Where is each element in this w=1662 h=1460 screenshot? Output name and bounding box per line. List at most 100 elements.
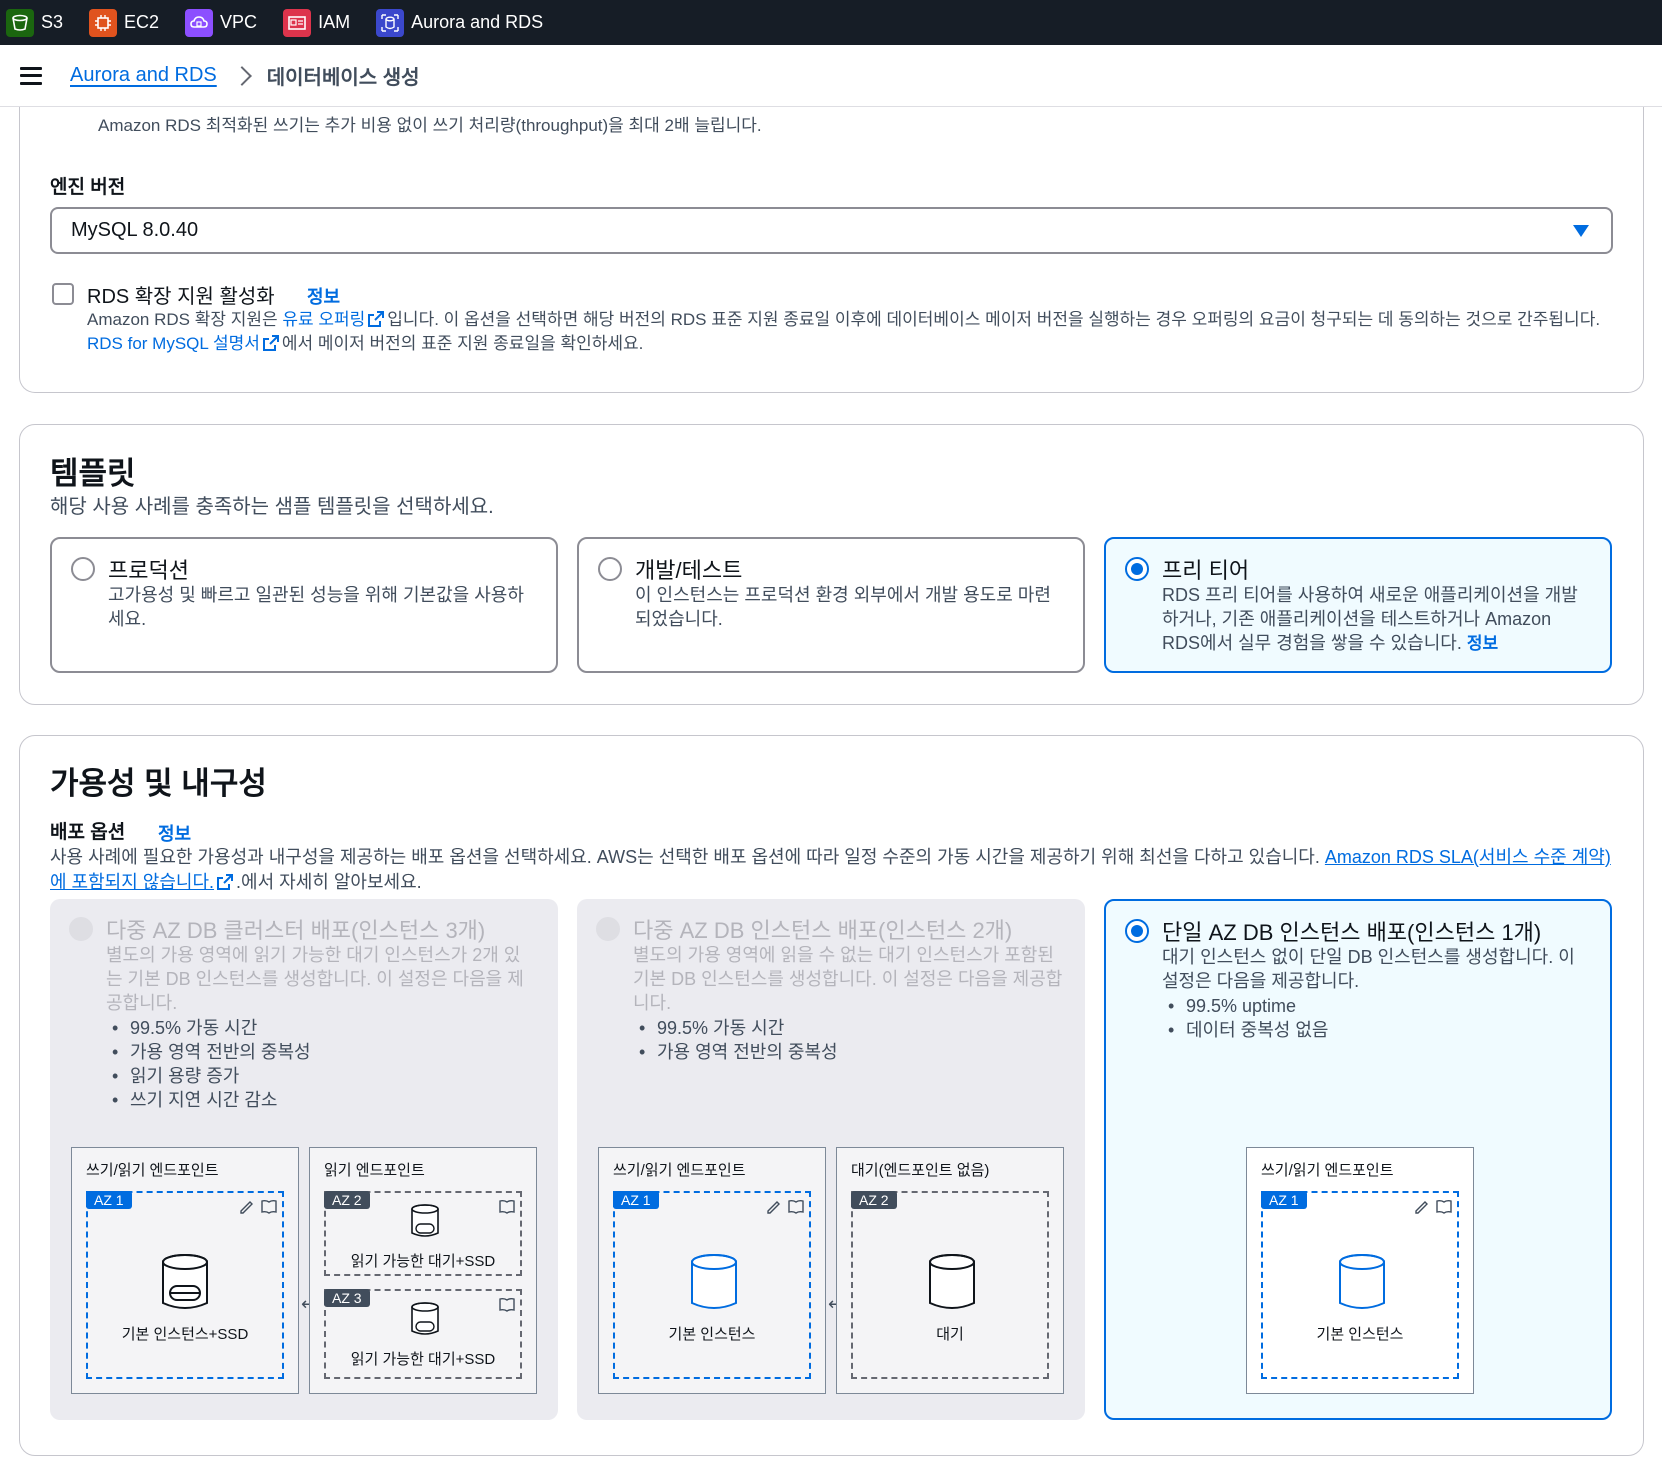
- diagram-db-label: 기본 인스턴스: [668, 1326, 756, 1343]
- templates-panel: 템플릿 해당 사용 사례를 충족하는 샘플 템플릿을 선택하세요. 프로덕션 고…: [19, 424, 1644, 705]
- deploy-multi-az-cluster-radio: [69, 917, 93, 941]
- deploy-bullet: 99.5% 가동 시간: [106, 1016, 536, 1040]
- template-production-radio[interactable]: [71, 557, 95, 581]
- deploy-option-desc: 대기 인스턴스 없이 단일 DB 인스턴스를 생성합니다. 이 설정은 다음을 …: [1162, 945, 1588, 1042]
- template-devtest-radio[interactable]: [598, 557, 622, 581]
- optimized-writes-description: Amazon RDS 최적화된 쓰기는 추가 비용 없이 쓰기 처리량(thro…: [98, 116, 762, 135]
- shortcut-ec2-label: EC2: [124, 12, 160, 32]
- templates-subtitle: 해당 사용 사례를 충족하는 샘플 템플릿을 선택하세요.: [50, 496, 494, 518]
- diagram-title: 대기(엔드포인트 없음): [851, 1162, 990, 1179]
- engine-version-select[interactable]: MySQL 8.0.40: [50, 207, 1613, 254]
- az3-zone: AZ 3 읽기 가능한 대기+SSD: [324, 1289, 522, 1379]
- breadcrumb-aurora-rds-link[interactable]: Aurora and RDS: [70, 64, 217, 87]
- rds-mysql-docs-link[interactable]: RDS for MySQL 설명서: [87, 334, 260, 353]
- diagram-title: 쓰기/읽기 엔드포인트: [86, 1162, 219, 1179]
- template-production-tile[interactable]: 프로덕션 고가용성 및 빠르고 일관된 성능을 위해 기본값을 사용하세요.: [50, 537, 558, 673]
- deploy-multi-az-instance-radio: [596, 917, 620, 941]
- deploy-bullet: 쓰기 지연 시간 감소: [106, 1088, 536, 1112]
- template-desc: RDS 프리 티어를 사용하여 새로운 애플리케이션을 개발하거나, 기존 애플…: [1162, 585, 1578, 653]
- az-badge: AZ 2: [851, 1191, 897, 1209]
- az1-zone: AZ 1 기본 인스턴스: [613, 1191, 811, 1379]
- az2-zone: AZ 2 읽기 가능한 대기+SSD: [324, 1191, 522, 1276]
- external-link-icon: [368, 311, 385, 327]
- shortcut-vpc-label: VPC: [220, 12, 258, 32]
- diagram-db-label: 읽기 가능한 대기+SSD: [350, 1351, 496, 1368]
- free-tier-info-link[interactable]: 정보: [1467, 634, 1498, 653]
- az-badge: AZ 1: [613, 1191, 659, 1209]
- breadcrumb-current: 데이터베이스 생성: [266, 67, 420, 89]
- database-icon: [691, 1254, 737, 1309]
- engine-version-value: MySQL 8.0.40: [71, 219, 199, 241]
- engine-version-label: 엔진 버전: [50, 177, 126, 198]
- external-link-icon: [262, 335, 279, 351]
- az-badge: AZ 1: [86, 1191, 132, 1209]
- deploy-option-desc: 별도의 가용 영역에 읽을 수 없는 대기 인스턴스가 포함된 기본 DB 인스…: [633, 943, 1063, 1064]
- template-desc: 고가용성 및 빠르고 일관된 성능을 위해 기본값을 사용하세요.: [108, 585, 524, 629]
- diagram-standby-box: 대기(엔드포인트 없음) AZ 2 대기: [836, 1147, 1064, 1394]
- diagram-title: 쓰기/읽기 엔드포인트: [1261, 1162, 1394, 1179]
- paid-offering-link[interactable]: 유료 오퍼링: [282, 310, 365, 329]
- breadcrumb-bar: Aurora and RDS 데이터베이스 생성: [0, 45, 1662, 107]
- chevron-right-icon: [231, 65, 252, 86]
- shortcut-s3-label: S3: [41, 12, 64, 32]
- extended-support-info-link[interactable]: 정보: [307, 283, 340, 309]
- edit-book-icon: [1415, 1199, 1452, 1214]
- diagram-db-label: 기본 인스턴스: [1316, 1326, 1404, 1343]
- deploy-option-desc: 별도의 가용 영역에 읽기 가능한 대기 인스턴스가 2개 있는 기본 DB 인…: [106, 943, 536, 1112]
- extended-support-description: Amazon RDS 확장 지원은 유료 오퍼링 입니다. 이 옵션을 선택하면 …: [87, 310, 1601, 353]
- external-link-icon: [217, 874, 234, 890]
- deployment-options-label: 배포 옵션: [50, 822, 126, 843]
- database-icon: [929, 1254, 975, 1309]
- database-icon: [411, 1204, 439, 1237]
- diagram-rw-endpoint-box: 쓰기/읽기 엔드포인트 AZ 1 기본 인스턴스: [598, 1147, 826, 1394]
- shortcut-s3[interactable]: S3: [6, 8, 64, 37]
- deploy-single-az-tile[interactable]: 단일 AZ DB 인스턴스 배포(인스턴스 1개) 대기 인스턴스 없이 단일 …: [1104, 899, 1612, 1420]
- shortcut-iam[interactable]: IAM: [283, 8, 350, 37]
- diagram-title: 쓰기/읽기 엔드포인트: [613, 1162, 746, 1179]
- book-icon: [499, 1199, 515, 1214]
- deploy-bullet: 99.5% uptime: [1162, 994, 1588, 1018]
- database-icon: [162, 1254, 208, 1309]
- diagram-title: 읽기 엔드포인트: [324, 1162, 425, 1179]
- s3-bucket-icon: [6, 8, 34, 37]
- diagram-db-label: 읽기 가능한 대기+SSD: [350, 1253, 496, 1270]
- diagram-rw-endpoint-box: 쓰기/읽기 엔드포인트 AZ 1 기본 인스턴스+SSD: [71, 1147, 299, 1394]
- shortcut-rds-label: Aurora and RDS: [411, 12, 544, 32]
- deploy-multi-az-cluster-tile: 다중 AZ DB 클러스터 배포(인스턴스 3개) 별도의 가용 영역에 읽기 …: [50, 899, 558, 1420]
- template-desc: 이 인스턴스는 프로덕션 환경 외부에서 개발 용도로 마련되었습니다.: [635, 585, 1051, 629]
- shortcut-vpc[interactable]: VPC: [185, 8, 258, 37]
- templates-title: 템플릿: [50, 456, 136, 491]
- database-icon: [1339, 1254, 1385, 1309]
- shortcut-rds[interactable]: Aurora and RDS: [376, 8, 544, 37]
- az2-zone: AZ 2 대기: [851, 1191, 1049, 1379]
- template-devtest-tile[interactable]: 개발/테스트 이 인스턴스는 프로덕션 환경 외부에서 개발 용도로 마련되었습…: [577, 537, 1085, 673]
- az-badge: AZ 2: [324, 1191, 370, 1209]
- menu-hamburger-icon[interactable]: [20, 66, 42, 85]
- ec2-chip-icon: [89, 8, 118, 37]
- template-free-tier-radio[interactable]: [1125, 557, 1149, 581]
- iam-id-icon: [283, 8, 312, 37]
- deploy-single-az-radio[interactable]: [1125, 919, 1149, 943]
- deploy-bullet: 가용 영역 전반의 중복성: [106, 1040, 536, 1064]
- deploy-bullet: 읽기 용량 증가: [106, 1064, 536, 1088]
- diagram-rw-endpoint-box: 쓰기/읽기 엔드포인트 AZ 1 기본 인스턴스: [1246, 1147, 1474, 1394]
- template-free-tier-tile[interactable]: 프리 티어 RDS 프리 티어를 사용하여 새로운 애플리케이션을 개발하거나,…: [1104, 537, 1612, 673]
- diagram-read-endpoint-box: 읽기 엔드포인트 AZ 2 읽기 가능한 대기+SSD AZ 3 읽기 가능한 …: [309, 1147, 537, 1394]
- extended-support-checkbox[interactable]: [52, 283, 74, 305]
- deploy-bullet: 99.5% 가동 시간: [633, 1016, 1063, 1040]
- deploy-bullet: 데이터 중복성 없음: [1162, 1018, 1588, 1042]
- deployment-info-link[interactable]: 정보: [158, 820, 191, 846]
- shortcut-ec2[interactable]: EC2: [89, 8, 160, 37]
- az-badge: AZ 3: [324, 1289, 370, 1307]
- availability-durability-panel: 가용성 및 내구성 배포 옵션 정보 사용 사례에 필요한 가용성과 내구성을 …: [19, 735, 1644, 1456]
- diagram-db-label: 기본 인스턴스+SSD: [121, 1326, 249, 1343]
- book-icon: [499, 1297, 515, 1312]
- az-badge: AZ 1: [1261, 1191, 1307, 1209]
- caret-down-icon: [1573, 225, 1589, 237]
- service-shortcut-bar: S3 EC2 VPC IAM Aurora and RDS: [0, 0, 1662, 45]
- template-title: 개발/테스트: [635, 558, 743, 583]
- az1-zone: AZ 1 기본 인스턴스+SSD: [86, 1191, 284, 1379]
- edit-book-icon: [240, 1199, 277, 1214]
- extended-support-label: RDS 확장 지원 활성화: [87, 286, 275, 308]
- deploy-option-title: 다중 AZ DB 인스턴스 배포(인스턴스 2개): [633, 918, 1013, 943]
